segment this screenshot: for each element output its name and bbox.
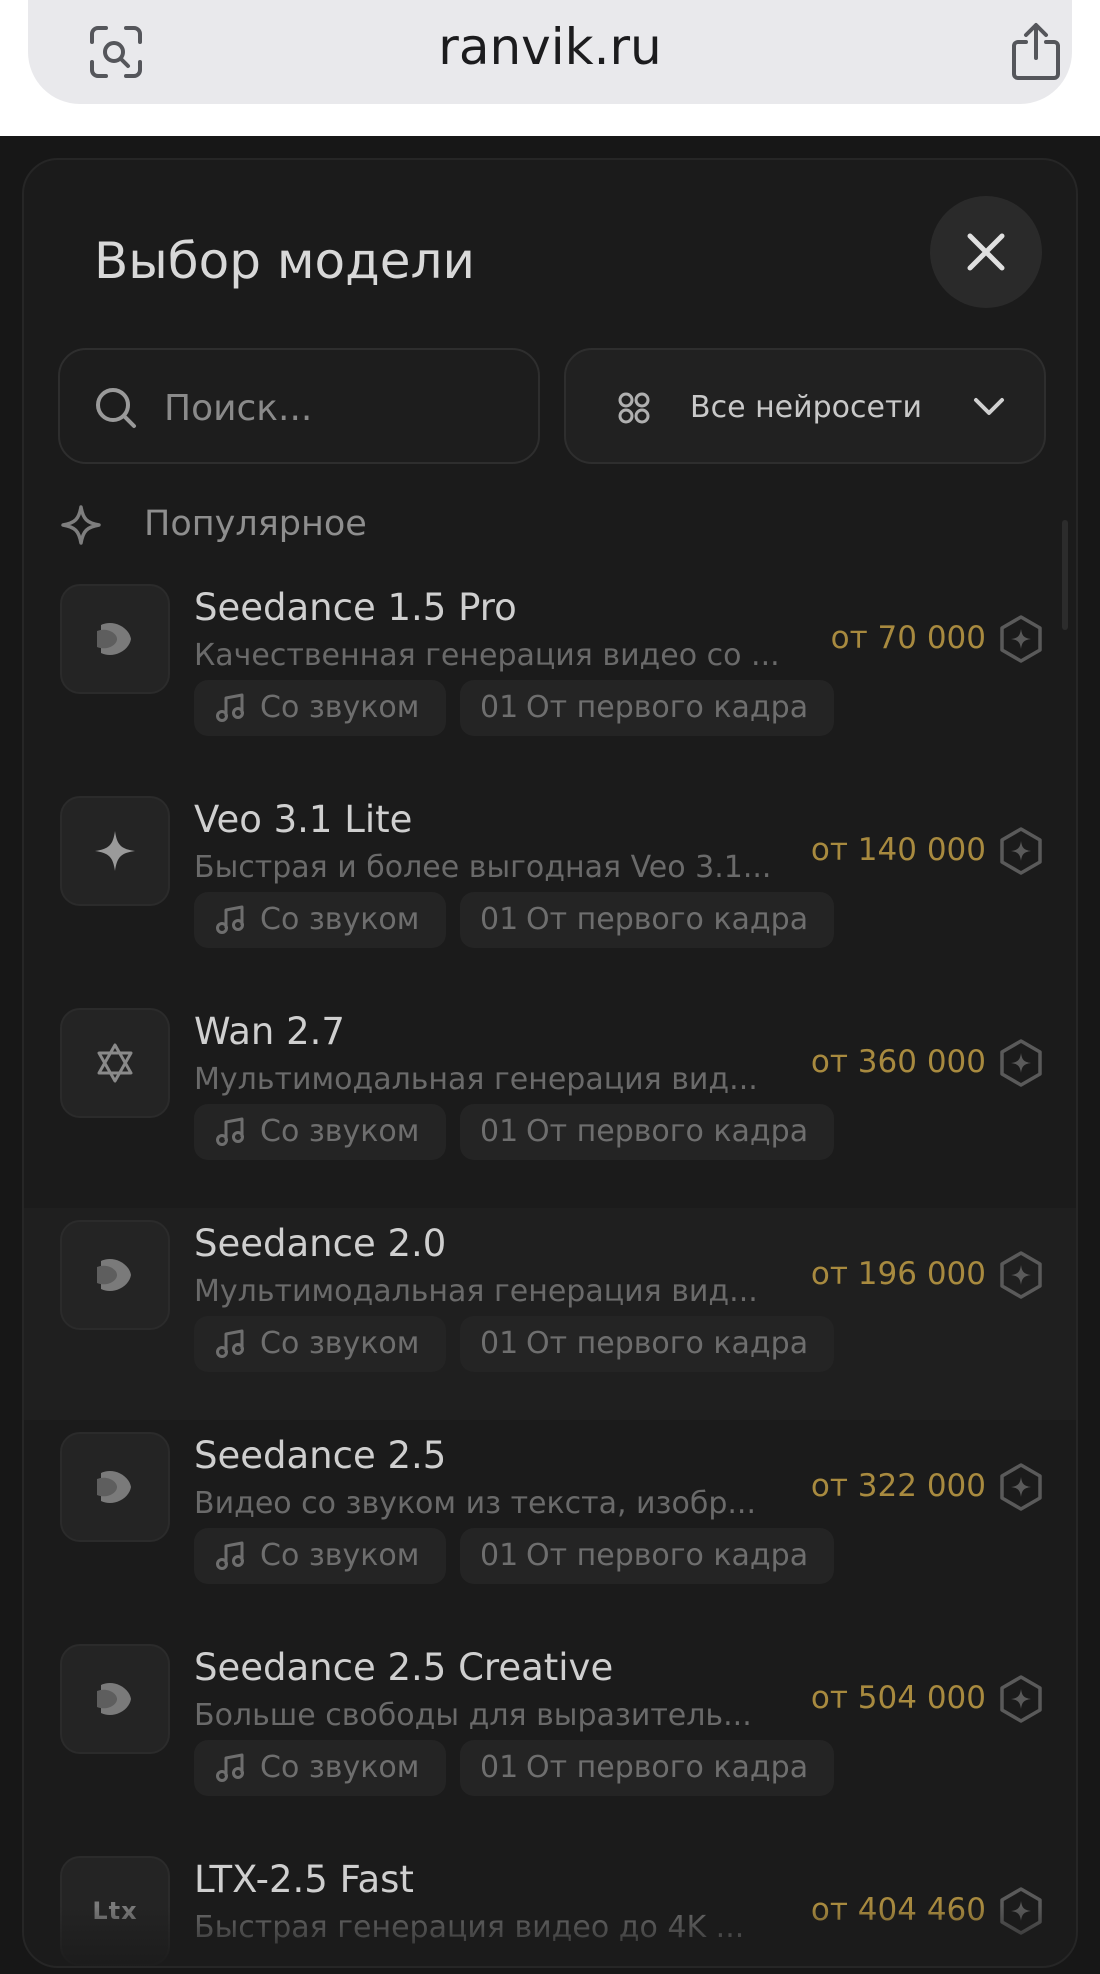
tag-sound-label: Со звуком — [260, 1326, 420, 1361]
model-price: от 140 000 — [810, 832, 986, 868]
share-icon[interactable] — [1008, 22, 1064, 82]
sparkle-logo-icon — [60, 796, 170, 906]
model-list-item[interactable]: Veo 3.1 Lite Быстрая и более выгодная Veo… — [24, 784, 1076, 996]
tag-frame-label: От первого кадра — [526, 902, 809, 937]
credit-coin-icon — [1000, 1463, 1042, 1511]
model-picker-modal: Выбор модели Все нейросети Популярное S — [22, 158, 1078, 1968]
model-name: LTX-2.5 Fast — [194, 1858, 414, 1901]
tag-frame-code: 01 — [480, 902, 519, 937]
credit-coin-icon — [1000, 1039, 1042, 1087]
search-field[interactable] — [58, 348, 540, 464]
tag-frame-code: 01 — [480, 1538, 519, 1573]
model-name: Seedance 2.0 — [194, 1222, 447, 1265]
tag-with-sound: Со звуком — [194, 1528, 446, 1584]
model-description: Мультимодальная генерация вид... — [194, 1274, 758, 1309]
search-icon — [96, 388, 136, 428]
music-note-icon — [216, 1329, 244, 1358]
model-name: Veo 3.1 Lite — [194, 798, 413, 841]
model-list-item[interactable]: Wan 2.7 Мультимодальная генерация вид... о… — [24, 996, 1076, 1208]
model-list-item[interactable]: Seedance 2.5 Creative Больше свободы для … — [24, 1632, 1076, 1844]
filter-label: Все нейросети — [690, 390, 922, 425]
close-icon — [967, 233, 1005, 271]
model-price: от 196 000 — [810, 1256, 986, 1292]
tag-first-frame: 01 От первого кадра — [460, 680, 834, 736]
model-name: Seedance 2.5 Creative — [194, 1646, 614, 1689]
tag-first-frame: 01 От первого кадра — [460, 1740, 834, 1796]
tag-sound-label: Со звуком — [260, 1538, 420, 1573]
model-price: от 322 000 — [810, 1468, 986, 1504]
tag-sound-label: Со звуком — [260, 690, 420, 725]
sparkle-icon — [61, 505, 101, 545]
model-description: Видео со звуком из текста, изобр... — [194, 1486, 757, 1521]
credit-coin-icon — [1000, 615, 1042, 663]
model-description: Качественная генерация видео со ... — [194, 638, 780, 673]
tag-with-sound: Со звуком — [194, 892, 446, 948]
model-name: Wan 2.7 — [194, 1010, 345, 1053]
tag-with-sound: Со звуком — [194, 680, 446, 736]
tag-frame-code: 01 — [480, 1326, 519, 1361]
model-description: Мультимодальная генерация вид... — [194, 1062, 758, 1097]
tag-frame-label: От первого кадра — [526, 1114, 809, 1149]
music-note-icon — [216, 693, 244, 722]
music-note-icon — [216, 1753, 244, 1782]
browser-toolbar: ranvik.ru — [0, 0, 1100, 136]
tag-first-frame: 01 От первого кадра — [460, 1104, 834, 1160]
section-label: Популярное — [144, 504, 367, 544]
tag-frame-code: 01 — [480, 1750, 519, 1785]
model-price: от 70 000 — [830, 620, 986, 656]
tag-with-sound: Со звуком — [194, 1740, 446, 1796]
model-list-item[interactable]: Seedance 2.5 Видео со звуком из текста, и… — [24, 1420, 1076, 1632]
tag-sound-label: Со звуком — [260, 1750, 420, 1785]
model-list-item[interactable]: Seedance 2.0 Мультимодальная генерация ви… — [24, 1208, 1076, 1420]
model-price: от 360 000 — [810, 1044, 986, 1080]
music-note-icon — [216, 905, 244, 934]
search-input[interactable] — [164, 378, 514, 438]
tag-frame-code: 01 — [480, 1114, 519, 1149]
grid-icon — [618, 392, 650, 424]
model-name: Seedance 2.5 — [194, 1434, 447, 1477]
model-price: от 504 000 — [810, 1680, 986, 1716]
model-description: Больше свободы для выразитель... — [194, 1698, 752, 1733]
tag-frame-label: От первого кадра — [526, 1750, 809, 1785]
model-list-item[interactable]: Seedance 1.5 Pro Качественная генерация в… — [24, 572, 1076, 784]
tag-frame-code: 01 — [480, 690, 519, 725]
tag-frame-label: От первого кадра — [526, 690, 809, 725]
modal-title: Выбор модели — [94, 232, 475, 290]
url-text[interactable]: ranvik.ru — [28, 18, 1072, 76]
seedance-logo-icon — [60, 1432, 170, 1542]
credit-coin-icon — [1000, 1251, 1042, 1299]
chevron-down-icon — [974, 398, 1004, 415]
wan-logo-icon — [60, 1008, 170, 1118]
credit-coin-icon — [1000, 827, 1042, 875]
tag-first-frame: 01 От первого кадра — [460, 1316, 834, 1372]
seedance-logo-icon — [60, 584, 170, 694]
music-note-icon — [216, 1541, 244, 1570]
tag-frame-label: От первого кадра — [526, 1538, 809, 1573]
credit-coin-icon — [1000, 1675, 1042, 1723]
close-button[interactable] — [930, 196, 1042, 308]
bottom-fade — [24, 1906, 1076, 1966]
tag-with-sound: Со звуком — [194, 1104, 446, 1160]
model-name: Seedance 1.5 Pro — [194, 586, 517, 629]
tag-frame-label: От первого кадра — [526, 1326, 809, 1361]
model-description: Быстрая и более выгодная Veo 3.1... — [194, 850, 772, 885]
seedance-logo-icon — [60, 1644, 170, 1754]
tag-sound-label: Со звуком — [260, 902, 420, 937]
tag-sound-label: Со звуком — [260, 1114, 420, 1149]
seedance-logo-icon — [60, 1220, 170, 1330]
address-bar[interactable]: ranvik.ru — [28, 0, 1072, 104]
network-filter-dropdown[interactable]: Все нейросети — [564, 348, 1046, 464]
tag-first-frame: 01 От первого кадра — [460, 1528, 834, 1584]
music-note-icon — [216, 1117, 244, 1146]
tag-with-sound: Со звуком — [194, 1316, 446, 1372]
tag-first-frame: 01 От первого кадра — [460, 892, 834, 948]
